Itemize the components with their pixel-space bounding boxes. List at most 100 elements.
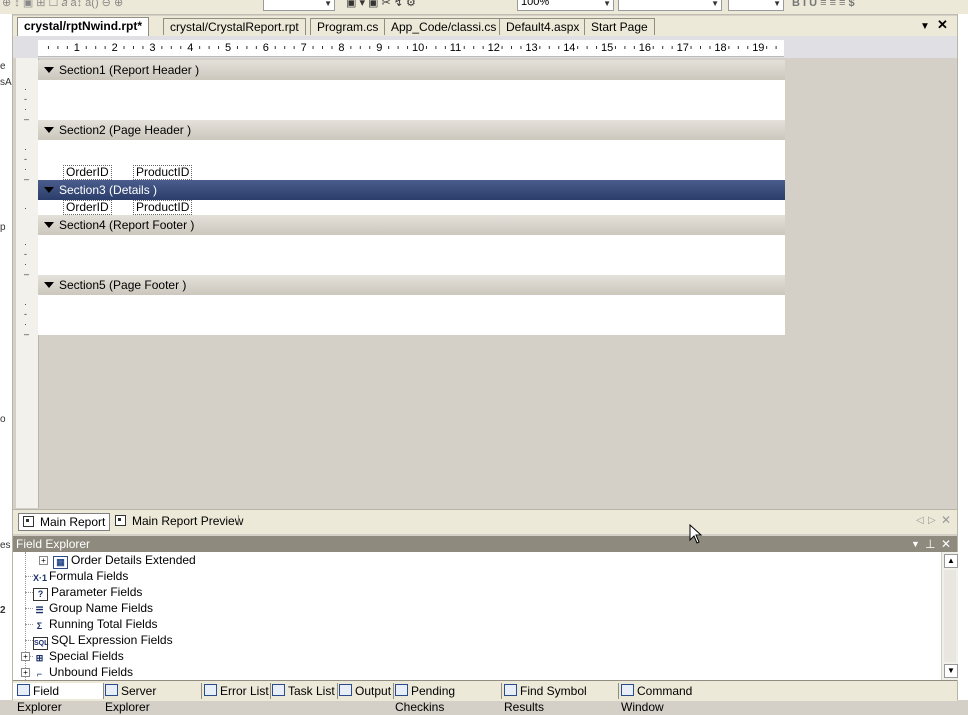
tree-item-order-details[interactable]: ▦ Order Details Extended xyxy=(53,552,196,569)
scroll-left-icon[interactable]: ◁ xyxy=(916,515,924,526)
expand-icon[interactable]: + xyxy=(21,652,30,661)
section1-header[interactable]: Section1 (Report Header ) xyxy=(38,60,785,81)
vruler-marks: · - · – xyxy=(24,239,30,279)
ruler-number: 1 xyxy=(73,42,80,54)
scroll-right-icon[interactable]: ▷ xyxy=(928,515,936,526)
pin-icon[interactable]: ⊥ xyxy=(925,536,935,552)
tree-scrollbar[interactable]: ▲ ▼ xyxy=(941,552,958,680)
tab-classi[interactable]: App_Code/classi.cs xyxy=(384,18,504,35)
tab-main-report-preview[interactable]: Main Report Preview xyxy=(111,513,247,529)
tab-output[interactable]: Output xyxy=(335,683,394,699)
gutter-letter: es xyxy=(0,540,11,551)
collapse-triangle-icon[interactable] xyxy=(44,282,54,288)
ruler-number: 6 xyxy=(262,42,269,54)
panel-title: Field Explorer xyxy=(16,537,91,551)
tree-label: Special Fields xyxy=(49,649,124,663)
panel-menu-icon[interactable]: ▼ xyxy=(911,536,920,552)
tab-label: Main Report Preview xyxy=(132,514,244,528)
tab-server-explorer[interactable]: Server Explorer xyxy=(101,683,202,714)
task-list-icon xyxy=(272,684,285,696)
collapse-triangle-icon[interactable] xyxy=(44,127,54,133)
gutter-letter: p xyxy=(0,222,6,233)
collapse-triangle-icon[interactable] xyxy=(44,187,54,193)
productid-header-field[interactable]: ProductID xyxy=(133,165,193,180)
font-size-combo[interactable]: ▼ xyxy=(728,0,784,11)
ruler-number: 17 xyxy=(676,42,689,54)
ruler-number: 9 xyxy=(376,42,383,54)
top-toolbar: ⊕ ↕ ▣ ⊞ ☐ 𝑎 a↕ a() ⊖ ⊕ ▼ ▣ ▾ ▣ ✂ ↯ ⚙ 100… xyxy=(0,0,968,15)
tab-find-symbol-results[interactable]: Find Symbol Results xyxy=(500,683,619,714)
tree-item-running-total[interactable]: Σ Running Total Fields xyxy=(33,616,158,632)
tab-default4[interactable]: Default4.aspx xyxy=(499,18,587,35)
tab-start-page[interactable]: Start Page xyxy=(584,18,655,35)
scroll-up-icon[interactable]: ▲ xyxy=(944,554,958,568)
section2-body[interactable]: OrderID ProductID xyxy=(38,140,785,180)
expand-icon[interactable]: + xyxy=(21,668,30,677)
tab-program[interactable]: Program.cs xyxy=(310,18,386,35)
tab-error-list[interactable]: Error List xyxy=(200,683,271,699)
orderid-detail-field[interactable]: OrderID xyxy=(63,200,112,215)
tab-dropdown-icon[interactable]: ▼ xyxy=(920,21,930,32)
gutter-letter: e xyxy=(0,61,6,72)
tab-separator: | xyxy=(237,514,240,526)
section-label: Section5 (Page Footer ) xyxy=(59,278,187,292)
collapse-triangle-icon[interactable] xyxy=(44,222,54,228)
right-strip xyxy=(957,14,968,700)
zoom-combo[interactable]: 100% ▼ xyxy=(517,0,614,11)
tab-rptnwind[interactable]: crystal/rptNwind.rpt* xyxy=(17,17,150,36)
tree-item-unbound-fields[interactable]: ⌐ Unbound Fields xyxy=(33,664,133,680)
vruler-marks: · - · – xyxy=(24,299,30,339)
ruler-number: 13 xyxy=(525,42,538,54)
tree-item-special-fields[interactable]: ⊞ Special Fields xyxy=(33,648,124,664)
tree-item-formula-fields[interactable]: X·1 Formula Fields xyxy=(33,568,128,584)
ruler-number: 11 xyxy=(449,42,462,54)
document-tabs: crystal/rptNwind.rpt* crystal/CrystalRep… xyxy=(13,16,957,37)
orderid-header-field[interactable]: OrderID xyxy=(63,165,112,180)
unbound-icon: ⌐ xyxy=(33,669,46,680)
vertical-ruler xyxy=(16,58,39,508)
ruler-number: 15 xyxy=(601,42,614,54)
tree-label: Order Details Extended xyxy=(71,553,196,567)
tab-pending-checkins[interactable]: Pending Checkins xyxy=(391,683,502,714)
tab-task-list[interactable]: Task List xyxy=(268,683,338,699)
expand-icon[interactable]: + xyxy=(39,556,48,565)
section2-header[interactable]: Section2 (Page Header ) xyxy=(38,120,785,141)
tree-label: Group Name Fields xyxy=(49,601,154,615)
tree-label: Parameter Fields xyxy=(51,585,143,599)
close-icon[interactable]: ✕ xyxy=(941,536,951,552)
toolbar-icons[interactable]: ⊕ ↕ ▣ ⊞ ☐ 𝑎 a↕ a() ⊖ ⊕ xyxy=(2,0,123,10)
section5-body[interactable] xyxy=(38,295,785,335)
tab-main-report[interactable]: Main Report xyxy=(18,513,111,531)
tab-label: Program.cs xyxy=(317,20,379,34)
section3-body[interactable]: OrderID ProductID xyxy=(38,200,785,215)
collapse-triangle-icon[interactable] xyxy=(44,67,54,73)
gutter-letter: o xyxy=(0,414,6,425)
format-buttons[interactable]: B I U ≡ ≡ ≡ $ xyxy=(792,0,855,10)
tab-crystalreport[interactable]: crystal/CrystalReport.rpt xyxy=(163,18,306,35)
tab-field-explorer[interactable]: Field Explorer xyxy=(13,683,104,714)
productid-detail-field[interactable]: ProductID xyxy=(133,200,193,215)
toolbar-combo[interactable]: ▼ xyxy=(263,0,335,11)
scroll-track[interactable] xyxy=(944,570,956,662)
section5-header[interactable]: Section5 (Page Footer ) xyxy=(38,275,785,296)
tree-item-parameter-fields[interactable]: ? Parameter Fields xyxy=(33,584,142,601)
section-label: Section1 (Report Header ) xyxy=(59,63,200,77)
section4-header[interactable]: Section4 (Report Footer ) xyxy=(38,215,785,236)
ruler-number: 8 xyxy=(338,42,345,54)
section3-header[interactable]: Section3 (Details ) xyxy=(38,180,785,201)
section-label: Section4 (Report Footer ) xyxy=(59,218,195,232)
toolbar-icons-2[interactable]: ▣ ▾ ▣ ✂ ↯ ⚙ xyxy=(346,0,416,10)
section1-body[interactable] xyxy=(38,80,785,120)
ruler-number: 16 xyxy=(638,42,652,54)
tree-item-group-name-fields[interactable]: ☰ Group Name Fields xyxy=(33,600,153,616)
section-label: Section2 (Page Header ) xyxy=(59,123,192,137)
tree-label: SQL Expression Fields xyxy=(51,633,173,647)
scroll-down-icon[interactable]: ▼ xyxy=(944,664,958,678)
section4-body[interactable] xyxy=(38,235,785,275)
report-view-tabs: Main Report Main Report Preview | ◁ ▷ ✕ xyxy=(13,509,957,534)
tree-label: Unbound Fields xyxy=(49,665,134,679)
close-icon[interactable]: ✕ xyxy=(941,513,951,527)
font-combo[interactable]: ▼ xyxy=(618,0,722,11)
tab-command-window[interactable]: Command Window xyxy=(617,683,731,714)
close-icon[interactable]: ✕ xyxy=(937,17,948,33)
